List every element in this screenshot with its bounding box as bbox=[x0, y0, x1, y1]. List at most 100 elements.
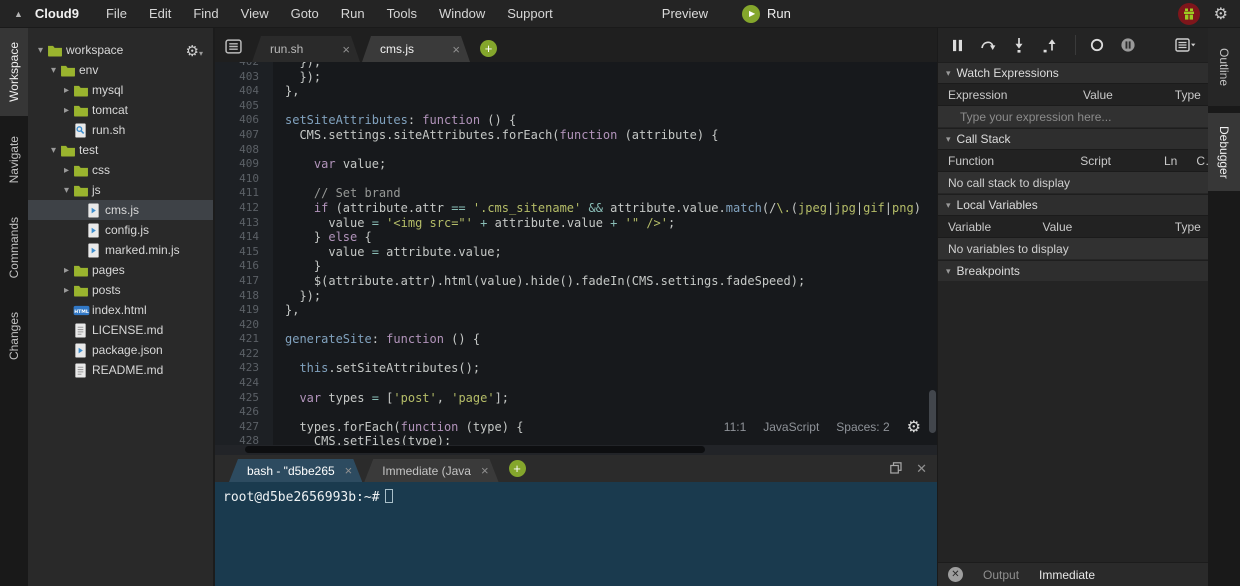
tree-item-readme-md[interactable]: README.md bbox=[28, 360, 213, 380]
line-number[interactable]: 420 bbox=[215, 318, 273, 333]
column-ln[interactable]: Ln bbox=[1154, 154, 1186, 168]
menu-view[interactable]: View bbox=[230, 6, 280, 21]
code-line[interactable]: 402 }); bbox=[215, 62, 937, 70]
syntax-mode[interactable]: JavaScript bbox=[763, 420, 819, 434]
disclosure-closed-icon[interactable]: ▸ bbox=[60, 285, 73, 296]
app-logo[interactable]: Cloud9 bbox=[35, 6, 79, 21]
menu-support[interactable]: Support bbox=[496, 6, 564, 21]
menu-run[interactable]: Run bbox=[330, 6, 376, 21]
terminal[interactable]: root@d5be2656993b:~# bbox=[215, 482, 937, 586]
tree-item-cms-js[interactable]: cms.js bbox=[28, 200, 213, 220]
code-line[interactable]: 422 bbox=[215, 347, 937, 362]
column-variable[interactable]: Variable bbox=[938, 220, 1033, 234]
line-number[interactable]: 414 bbox=[215, 230, 273, 245]
line-number[interactable]: 428 bbox=[215, 434, 273, 445]
notifications-icon[interactable] bbox=[1178, 3, 1200, 25]
line-number[interactable]: 426 bbox=[215, 405, 273, 420]
line-number[interactable]: 417 bbox=[215, 274, 273, 289]
step-out-icon[interactable] bbox=[1042, 37, 1058, 53]
tab-list-icon[interactable] bbox=[225, 39, 242, 57]
menu-find[interactable]: Find bbox=[182, 6, 229, 21]
code-line[interactable]: 403 }); bbox=[215, 70, 937, 85]
line-number[interactable]: 413 bbox=[215, 216, 273, 231]
disclosure-closed-icon[interactable]: ▸ bbox=[60, 265, 73, 276]
tree-item-env[interactable]: ▾env bbox=[28, 60, 213, 80]
line-number[interactable]: 419 bbox=[215, 303, 273, 318]
strip-item-changes[interactable]: Changes bbox=[0, 292, 28, 380]
line-number[interactable]: 418 bbox=[215, 289, 273, 304]
resume-icon[interactable] bbox=[950, 38, 965, 53]
output-tab[interactable]: Output bbox=[983, 568, 1019, 582]
code-line[interactable]: 421generateSite: function () { bbox=[215, 332, 937, 347]
code-line[interactable]: 415 value = attribute.value; bbox=[215, 245, 937, 260]
code-line[interactable]: 417 $(attribute.attr).html(value).hide()… bbox=[215, 274, 937, 289]
strip-item-debugger[interactable]: Debugger bbox=[1208, 113, 1240, 191]
code-line[interactable]: 408 bbox=[215, 143, 937, 158]
line-number[interactable]: 422 bbox=[215, 347, 273, 362]
disclosure-closed-icon[interactable]: ▸ bbox=[60, 85, 73, 96]
line-number[interactable]: 402 bbox=[215, 62, 273, 70]
code-line[interactable]: 425 var types = ['post', 'page']; bbox=[215, 391, 937, 406]
disclosure-closed-icon[interactable]: ▸ bbox=[60, 105, 73, 116]
preferences-gear-icon[interactable]: ⚙ bbox=[1214, 4, 1228, 24]
clear-output-icon[interactable]: ✕ bbox=[948, 567, 963, 582]
tree-item-run-sh[interactable]: run.sh bbox=[28, 120, 213, 140]
tree-item-mysql[interactable]: ▸mysql bbox=[28, 80, 213, 100]
strip-item-commands[interactable]: Commands bbox=[0, 204, 28, 292]
line-number[interactable]: 406 bbox=[215, 113, 273, 128]
code-line[interactable]: 424 bbox=[215, 376, 937, 391]
watch-expression-input[interactable]: Type your expression here... bbox=[938, 106, 1208, 128]
code-line[interactable]: 412 if (attribute.attr == '.cms_sitename… bbox=[215, 201, 937, 216]
code-line[interactable]: 423 this.setSiteAttributes(); bbox=[215, 361, 937, 376]
disclosure-open-icon[interactable]: ▾ bbox=[47, 145, 60, 156]
line-number[interactable]: 410 bbox=[215, 172, 273, 187]
strip-item-workspace[interactable]: Workspace bbox=[0, 28, 28, 116]
new-tab-button[interactable]: + bbox=[480, 40, 497, 57]
line-number[interactable]: 423 bbox=[215, 361, 273, 376]
line-number[interactable]: 403 bbox=[215, 70, 273, 85]
menu-tools[interactable]: Tools bbox=[376, 6, 428, 21]
editor-tab-run-sh[interactable]: run.sh× bbox=[252, 36, 360, 62]
disclosure-open-icon[interactable]: ▾ bbox=[47, 65, 60, 76]
line-number[interactable]: 404 bbox=[215, 84, 273, 99]
tree-item-tomcat[interactable]: ▸tomcat bbox=[28, 100, 213, 120]
step-into-icon[interactable] bbox=[1011, 37, 1027, 53]
line-number[interactable]: 412 bbox=[215, 201, 273, 216]
new-console-button[interactable]: + bbox=[509, 460, 526, 477]
panel-menu-icon[interactable] bbox=[1175, 38, 1196, 55]
section-header-breakpoints[interactable]: ▾Breakpoints bbox=[938, 260, 1208, 281]
menu-edit[interactable]: Edit bbox=[138, 6, 182, 21]
tree-item-index-html[interactable]: HTMLindex.html bbox=[28, 300, 213, 320]
run-button[interactable]: ▶ Run bbox=[742, 5, 791, 23]
editor-vertical-scrollbar[interactable] bbox=[929, 390, 936, 433]
tree-item-package-json[interactable]: package.json bbox=[28, 340, 213, 360]
preview-button[interactable]: Preview bbox=[662, 6, 708, 21]
cursor-position[interactable]: 11:1 bbox=[724, 420, 746, 434]
code-editor[interactable]: 402 });403 });404},405406setSiteAttribut… bbox=[215, 62, 937, 445]
code-line[interactable]: 410 bbox=[215, 172, 937, 187]
column-expression[interactable]: Expression bbox=[938, 88, 1073, 102]
column-function[interactable]: Function bbox=[938, 154, 1070, 168]
immediate-tab[interactable]: Immediate bbox=[1039, 568, 1095, 582]
code-line[interactable]: 405 bbox=[215, 99, 937, 114]
code-line[interactable]: 416 } bbox=[215, 259, 937, 274]
code-line[interactable]: 411 // Set brand bbox=[215, 186, 937, 201]
code-line[interactable]: 414 } else { bbox=[215, 230, 937, 245]
line-number[interactable]: 421 bbox=[215, 332, 273, 347]
code-line[interactable]: 418 }); bbox=[215, 289, 937, 304]
line-number[interactable]: 408 bbox=[215, 143, 273, 158]
menu-goto[interactable]: Goto bbox=[280, 6, 330, 21]
tree-item-marked-min-js[interactable]: marked.min.js bbox=[28, 240, 213, 260]
code-line[interactable]: 406setSiteAttributes: function () { bbox=[215, 113, 937, 128]
code-line[interactable]: 419}, bbox=[215, 303, 937, 318]
tree-item-test[interactable]: ▾test bbox=[28, 140, 213, 160]
close-tab-icon[interactable]: × bbox=[452, 42, 460, 57]
maximize-console-icon[interactable] bbox=[890, 462, 902, 477]
editor-tab-cms-js[interactable]: cms.js× bbox=[362, 36, 470, 62]
line-number[interactable]: 405 bbox=[215, 99, 273, 114]
disclosure-closed-icon[interactable]: ▸ bbox=[60, 165, 73, 176]
step-over-icon[interactable] bbox=[980, 37, 996, 53]
tree-item-js[interactable]: ▾js bbox=[28, 180, 213, 200]
disclosure-open-icon[interactable]: ▾ bbox=[34, 45, 47, 56]
toggle-breakpoints-icon[interactable] bbox=[1089, 37, 1105, 53]
